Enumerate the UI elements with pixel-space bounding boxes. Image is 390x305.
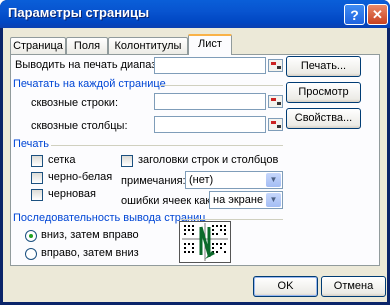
comments-label: примечания:: [121, 175, 186, 187]
page-order-group-title: Последовательность вывода страниц: [13, 212, 206, 224]
gridlines-checkbox[interactable]: [31, 155, 43, 167]
print-area-label: Выводить на печать диапазон:: [15, 59, 172, 71]
print-area-collapse-icon[interactable]: [268, 59, 283, 72]
options-button[interactable]: Свойства...: [286, 108, 361, 129]
preview-button[interactable]: Просмотр: [286, 82, 361, 103]
rows-to-repeat-label: сквозные строки:: [31, 97, 119, 109]
down-then-over-radio[interactable]: [25, 230, 37, 242]
tab-page[interactable]: Страница: [10, 37, 66, 54]
tab-header-footer[interactable]: Колонтитулы: [108, 37, 188, 54]
page-order-preview-icon: [179, 221, 231, 263]
close-button[interactable]: ✕: [367, 4, 388, 25]
row-col-headings-label: заголовки строк и столбцов: [138, 154, 279, 166]
cell-errors-value: на экране: [213, 194, 264, 206]
over-then-down-radio[interactable]: [25, 248, 37, 260]
chevron-down-icon[interactable]: ▼: [266, 193, 281, 207]
draft-label: черновая: [48, 188, 96, 200]
divider: [181, 219, 283, 220]
tab-sheet[interactable]: Лист: [188, 34, 232, 55]
cols-to-repeat-input[interactable]: [154, 116, 266, 133]
divider: [159, 85, 283, 86]
cols-collapse-icon[interactable]: [268, 118, 283, 131]
print-titles-group-title: Печатать на каждой странице: [13, 78, 166, 90]
print-group-title: Печать: [13, 138, 50, 150]
draft-checkbox[interactable]: [31, 189, 43, 201]
black-white-checkbox[interactable]: [31, 172, 43, 184]
cell-errors-select[interactable]: на экране ▼: [209, 191, 283, 209]
comments-select[interactable]: (нет) ▼: [185, 171, 283, 189]
rows-to-repeat-input[interactable]: [154, 93, 266, 110]
page-setup-dialog: Параметры страницы ? ✕ Страница Поля Кол…: [0, 0, 390, 305]
cell-errors-label: ошибки ячеек как:: [121, 195, 214, 207]
down-then-over-label: вниз, затем вправо: [41, 229, 139, 241]
rows-collapse-icon[interactable]: [268, 95, 283, 108]
cols-to-repeat-label: сквозные столбцы:: [31, 120, 128, 132]
ok-button[interactable]: OK: [253, 276, 318, 297]
row-col-headings-checkbox[interactable]: [121, 155, 133, 167]
title-bar[interactable]: Параметры страницы ? ✕: [0, 0, 390, 28]
cancel-button[interactable]: Отмена: [321, 276, 386, 297]
print-button[interactable]: Печать...: [286, 56, 361, 77]
tab-margins[interactable]: Поля: [66, 37, 108, 54]
divider: [51, 145, 283, 146]
dialog-body: Страница Поля Колонтитулы Лист Выводить …: [3, 28, 387, 302]
gridlines-label: сетка: [48, 154, 76, 166]
chevron-down-icon[interactable]: ▼: [266, 173, 281, 187]
print-area-input[interactable]: [154, 57, 266, 74]
dialog-title: Параметры страницы: [8, 5, 150, 20]
comments-value: (нет): [189, 174, 214, 186]
black-white-label: черно-белая: [48, 171, 113, 183]
help-button[interactable]: ?: [344, 4, 365, 25]
over-then-down-label: вправо, затем вниз: [41, 247, 139, 259]
